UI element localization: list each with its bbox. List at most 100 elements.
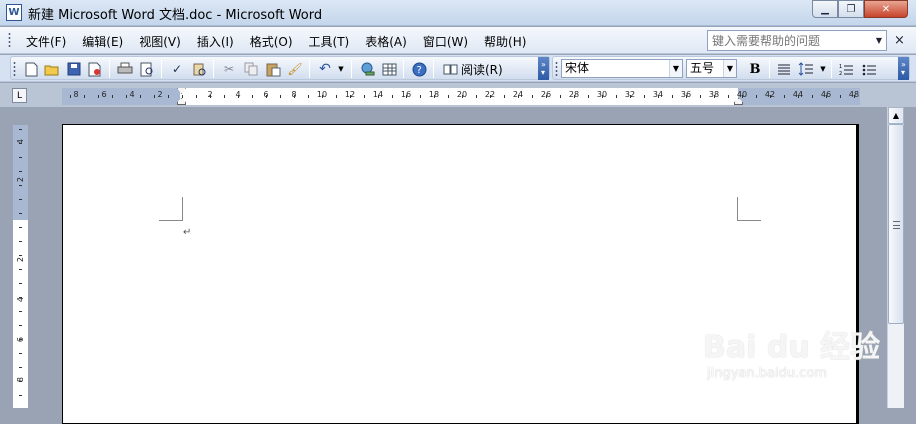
vertical-scrollbar[interactable]: ▲ [887,107,904,408]
menu-format[interactable]: 格式(O) [242,32,301,51]
font-size-dropdown-icon[interactable]: ▼ [723,60,736,77]
ruler-tick [812,95,813,98]
align-icon[interactable] [776,61,792,77]
open-folder-icon[interactable] [44,61,60,77]
tables-borders-icon[interactable] [381,61,397,77]
help-question-box: ▼ [707,30,887,51]
toolbar-separator [161,60,162,78]
undo-icon[interactable]: ↶ [317,61,333,77]
vertical-ruler-tick [19,339,22,340]
vertical-ruler-tick [19,143,22,144]
bold-button[interactable]: B [747,61,763,77]
ruler-tick [840,95,841,98]
formatting-toolbar-grip[interactable] [555,61,558,76]
ruler-tick [574,95,575,98]
title-bar: W 新建 Microsoft Word 文档.doc - Microsoft W… [0,0,916,26]
numbering-icon[interactable]: 12 [838,61,854,77]
cut-icon[interactable]: ✂ [221,61,237,77]
ruler-tick [462,95,463,98]
help-icon[interactable]: ? [411,61,427,77]
format-painter-icon[interactable]: 🖌 [287,61,303,77]
toolbar-separator [433,60,434,78]
research-icon[interactable] [191,61,207,77]
permission-icon[interactable] [87,61,103,77]
line-spacing-dropdown-icon[interactable]: ▼ [815,61,831,77]
word-app-icon[interactable]: W [6,4,22,21]
ruler-tick [266,95,267,98]
font-name-combo[interactable]: 宋体 ▼ [561,59,683,78]
insert-hyperlink-icon[interactable] [359,61,375,77]
horizontal-ruler[interactable]: 8642246810121416182022242628303234363840… [62,88,860,105]
print-preview-icon[interactable] [139,61,155,77]
paragraph-mark: ↵ [183,227,192,238]
close-button[interactable]: ✕ [864,0,908,18]
menu-insert[interactable]: 插入(I) [189,32,242,51]
undo-dropdown-icon[interactable]: ▼ [333,61,349,77]
font-size-combo[interactable]: 五号 ▼ [686,59,737,78]
ruler-tick [392,95,393,98]
menu-edit[interactable]: 编辑(E) [74,32,131,51]
standard-toolbar-grip[interactable] [13,61,16,76]
menu-tools[interactable]: 工具(T) [301,32,358,51]
scrollbar-thumb[interactable] [888,124,904,324]
ruler-tick [714,95,715,98]
ruler-tick [826,95,827,98]
ruler-tick [336,95,337,98]
ruler-tick [700,95,701,98]
toolbar-separator [309,60,310,78]
help-dropdown-icon[interactable]: ▼ [872,31,886,50]
restore-button[interactable]: ❐ [838,0,864,18]
ruler-tick [182,95,183,98]
save-icon[interactable] [66,61,82,77]
ruler-tick [140,95,141,98]
window-title: 新建 Microsoft Word 文档.doc - Microsoft Wor… [28,8,323,23]
print-icon[interactable] [117,61,133,77]
ruler-tick [196,95,197,98]
help-search-input[interactable] [708,31,873,50]
menubar-grip[interactable] [8,32,11,48]
minimize-button[interactable]: ▁ [812,0,838,18]
ruler-tick [406,95,407,98]
formatting-toolbar-options-icon[interactable]: » ▾ [898,57,909,80]
paste-icon[interactable] [265,61,281,77]
ruler-tick [616,95,617,98]
ruler-label: 4 [129,90,135,99]
tab-selector-button[interactable]: L [12,88,27,103]
ruler-tick [798,95,799,98]
vertical-ruler-tick [19,395,22,396]
copy-icon[interactable] [243,61,259,77]
font-name-dropdown-icon[interactable]: ▼ [669,60,682,77]
ruler-tick [728,95,729,98]
menu-help[interactable]: 帮助(H) [476,32,534,51]
spelling-grammar-icon[interactable]: ✓ [169,61,185,77]
ruler-tick [70,95,71,98]
font-name-value: 宋体 [565,61,590,75]
vertical-ruler[interactable]: 422468 [13,125,28,408]
ruler-tick [756,95,757,98]
read-mode-button[interactable]: 阅读(R) [443,60,503,78]
menu-items: 文件(F) 编辑(E) 视图(V) 插入(I) 格式(O) 工具(T) 表格(A… [18,32,534,51]
vertical-ruler-tick [19,255,22,256]
bullets-icon[interactable] [861,61,877,77]
close-document-button[interactable]: × [894,33,905,48]
menu-view[interactable]: 视图(V) [131,32,189,51]
book-icon [443,64,458,75]
menu-file[interactable]: 文件(F) [18,32,74,51]
ruler-tick [784,95,785,98]
ruler-tick [770,95,771,98]
menu-table[interactable]: 表格(A) [357,32,415,51]
ruler-tick [98,95,99,98]
line-spacing-icon[interactable] [798,61,814,77]
vertical-ruler-label: 2 [16,177,25,183]
scroll-up-arrow-icon[interactable]: ▲ [888,107,904,124]
baidu-watermark-url: jingyan.baidu.com [707,366,827,381]
toolbar-separator [109,60,110,78]
new-document-icon[interactable] [23,61,39,77]
toolbar-separator [351,60,352,78]
standard-toolbar-options-icon[interactable]: » ▾ [538,57,549,80]
toolbar-separator [831,60,832,78]
ruler-label: 2 [157,90,163,99]
vertical-ruler-tick [19,199,22,200]
menu-window[interactable]: 窗口(W) [415,32,476,51]
vertical-ruler-tick [19,185,22,186]
